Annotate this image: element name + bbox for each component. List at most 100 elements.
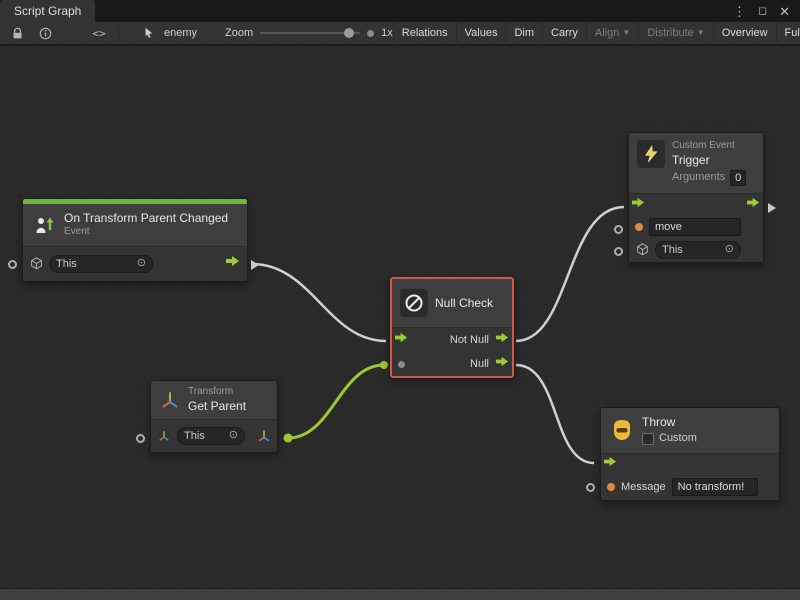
node-header[interactable]: Transform Get Parent — [151, 381, 277, 419]
bottom-strip — [0, 588, 800, 600]
close-icon[interactable]: ✕ — [779, 5, 790, 18]
overview-button[interactable]: Overview — [713, 22, 776, 45]
target-value: This — [184, 430, 205, 442]
custom-event-icon — [637, 140, 665, 168]
target-value: This — [56, 258, 77, 270]
message-label: Message — [621, 481, 666, 493]
message-port[interactable] — [607, 483, 615, 491]
wire-nullcheck-to-throw — [516, 365, 594, 463]
target-dropdown[interactable]: This ⊙ — [655, 241, 741, 259]
transform-output-port[interactable] — [257, 429, 271, 443]
node-title: Trigger — [672, 153, 746, 168]
node-title: Null Check — [435, 296, 493, 311]
control-output-port[interactable] — [746, 196, 761, 214]
wire-getparent-to-nullcheck — [288, 365, 384, 438]
value-input-port-target[interactable] — [614, 247, 623, 256]
tab-title: Script Graph — [14, 4, 81, 18]
unity-visual-scripting-window: Script Graph ⋮ ◻ ✕ <> enemy Z — [0, 0, 800, 600]
node-on-transform-parent-changed[interactable]: On Transform Parent Changed Event This ⊙ — [22, 198, 248, 282]
zoom-control: Zoom 1x — [225, 27, 393, 39]
info-icon[interactable] — [36, 24, 54, 42]
object-picker-icon[interactable]: ⊙ — [229, 430, 238, 441]
graph-toolbar: <> enemy Zoom 1x Relations Values Dim Ca… — [0, 22, 800, 45]
value-input-port[interactable] — [136, 434, 145, 443]
target-dropdown[interactable]: This ⊙ — [49, 255, 153, 273]
control-input-port[interactable] — [394, 331, 409, 349]
node-title: Get Parent — [188, 399, 246, 414]
node-subtitle: Event — [64, 226, 228, 239]
node-title: On Transform Parent Changed — [64, 211, 228, 226]
graph-name-label: enemy — [164, 27, 197, 39]
not-null-output-port[interactable] — [495, 331, 510, 349]
node-body: Message — [601, 453, 779, 500]
tab-script-graph[interactable]: Script Graph — [0, 0, 95, 22]
gameobject-cube-icon — [635, 243, 649, 257]
tab-bar: Script Graph ⋮ ◻ ✕ — [0, 0, 800, 22]
fullscreen-button[interactable]: Full Screen — [776, 22, 800, 45]
null-label: Null — [470, 358, 489, 370]
zoom-value: 1x — [381, 27, 393, 39]
maximize-icon[interactable]: ◻ — [758, 6, 767, 17]
graph-name-group: enemy — [141, 24, 197, 42]
control-input-port[interactable] — [603, 455, 618, 473]
node-header[interactable]: Null Check — [392, 279, 512, 327]
zoom-slider[interactable] — [260, 32, 360, 34]
control-output-triangle[interactable] — [768, 203, 776, 213]
event-name-input[interactable] — [649, 218, 741, 236]
distribute-button[interactable]: Distribute▼ — [638, 22, 712, 45]
toolbar-left-group: <> — [0, 24, 119, 42]
wire-green-start-dot — [284, 434, 293, 443]
node-throw[interactable]: Throw Custom Message — [600, 407, 780, 501]
transform-parent-changed-icon — [31, 212, 57, 238]
control-output-port[interactable] — [225, 254, 241, 273]
node-header[interactable]: Throw Custom — [601, 408, 779, 453]
wire-nullcheck-to-trigger — [516, 207, 624, 341]
zoom-slider-handle[interactable] — [344, 28, 354, 38]
arguments-label: Arguments — [672, 171, 725, 185]
custom-checkbox[interactable] — [642, 433, 654, 445]
gameobject-cube-icon — [29, 257, 43, 271]
null-check-icon — [400, 289, 428, 317]
graph-pointer-icon — [141, 24, 159, 42]
toolbar-buttons: Relations Values Dim Carry Align▼ Distri… — [393, 22, 800, 45]
dim-button[interactable]: Dim — [505, 22, 542, 45]
relations-button[interactable]: Relations — [393, 22, 456, 45]
object-picker-icon[interactable]: ⊙ — [137, 258, 146, 269]
code-view-icon[interactable]: <> — [90, 24, 108, 42]
target-dropdown[interactable]: This ⊙ — [177, 427, 245, 445]
not-null-label: Not Null — [450, 334, 489, 346]
toolbar-separator — [118, 26, 119, 41]
lock-icon[interactable] — [8, 24, 26, 42]
carry-button[interactable]: Carry — [542, 22, 586, 45]
window-controls: ⋮ ◻ ✕ — [733, 5, 800, 18]
kebab-menu-icon[interactable]: ⋮ — [733, 5, 746, 18]
control-output-triangle[interactable] — [251, 260, 259, 270]
align-button[interactable]: Align▼ — [586, 22, 638, 45]
value-input-port[interactable] — [398, 361, 405, 368]
message-input[interactable] — [672, 478, 758, 496]
zoom-label: Zoom — [225, 27, 253, 39]
node-header[interactable]: On Transform Parent Changed Event — [23, 204, 247, 246]
value-input-port[interactable] — [586, 483, 595, 492]
node-body: Not Null Null — [392, 327, 512, 376]
node-body: This ⊙ — [151, 419, 277, 452]
values-button[interactable]: Values — [456, 22, 506, 45]
node-header[interactable]: Custom Event Trigger Arguments 0 — [629, 133, 763, 193]
throw-icon — [609, 417, 635, 443]
control-input-port[interactable] — [631, 196, 646, 214]
node-get-parent[interactable]: Transform Get Parent This ⊙ — [150, 380, 278, 453]
arguments-count-field[interactable]: 0 — [730, 170, 746, 186]
graph-canvas[interactable]: On Transform Parent Changed Event This ⊙ — [0, 46, 800, 588]
value-input-port-name[interactable] — [614, 225, 623, 234]
event-name-port[interactable] — [635, 223, 643, 231]
value-input-port[interactable] — [8, 260, 17, 269]
object-picker-icon[interactable]: ⊙ — [725, 244, 734, 255]
wire-event-to-nullcheck — [252, 264, 386, 341]
node-null-check[interactable]: Null Check Not Null Null — [390, 277, 514, 378]
transform-mini-icon — [157, 429, 171, 443]
node-trigger-custom-event[interactable]: Custom Event Trigger Arguments 0 — [628, 132, 764, 263]
zoom-dot-icon — [367, 30, 374, 37]
null-output-port[interactable] — [495, 355, 510, 373]
custom-label: Custom — [659, 432, 697, 446]
chevron-down-icon: ▼ — [697, 29, 705, 37]
